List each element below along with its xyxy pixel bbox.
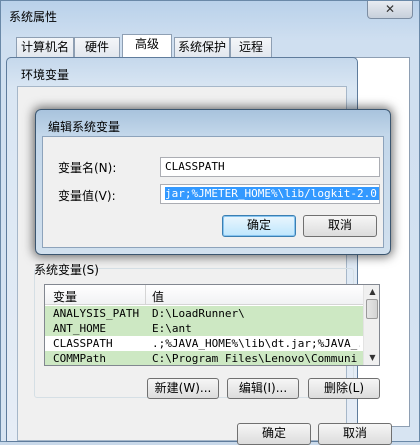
scroll-down-icon[interactable]: ▼ — [365, 351, 379, 365]
table-header: 变量 值 — [45, 285, 363, 305]
table-row[interactable]: COMMPath C:\Program Files\Lenovo\Communi — [45, 351, 363, 365]
variable-value-input-text: jar;%JMETER_HOME%\lib/logkit-2.0.jar — [165, 187, 379, 200]
system-variables-table[interactable]: 变量 值 ANALYSIS_PATH D:\LoadRunner\ ANT_HO… — [44, 284, 380, 366]
variable-name-label: 变量名(N): — [58, 161, 117, 175]
variable-name: CLASSPATH — [53, 337, 113, 350]
tab-remote[interactable]: 远程 — [230, 37, 272, 57]
tab-system-protection[interactable]: 系统保护 — [174, 37, 230, 57]
variable-value: E:\ant — [152, 322, 192, 335]
delete-variable-button[interactable]: 删除(L) — [308, 378, 380, 399]
new-variable-button[interactable]: 新建(W)... — [147, 378, 219, 399]
dialog-ok-button[interactable]: 确定 — [222, 215, 296, 237]
variable-name-input-text: CLASSPATH — [165, 160, 225, 173]
window-title: 环境变量 — [21, 68, 70, 82]
variable-name: ANALYSIS_PATH — [53, 307, 140, 320]
variable-value: C:\Program Files\Lenovo\Communi — [152, 352, 358, 365]
scrollbar-thumb[interactable] — [366, 299, 378, 319]
vertical-scrollbar[interactable]: ▲ ▼ — [363, 285, 379, 365]
variable-name: COMMPath — [53, 352, 106, 365]
variable-name: ANT_HOME — [53, 322, 106, 335]
table-row[interactable]: CLASSPATH .;%JAVA_HOME%\lib\dt.jar;%JAVA… — [45, 336, 363, 351]
tab-computer-name[interactable]: 计算机名 — [16, 37, 74, 57]
variable-value-label: 变量值(V): — [58, 189, 116, 203]
scroll-up-icon[interactable]: ▲ — [365, 285, 379, 299]
variable-value: .;%JAVA_HOME%\lib\dt.jar;%JAVA_... — [152, 337, 360, 350]
table-row[interactable]: ANT_HOME E:\ant — [45, 321, 363, 336]
dialog-cancel-button[interactable]: 取消 — [303, 215, 377, 237]
tab-advanced[interactable]: 高级 — [122, 34, 172, 58]
tab-hardware[interactable]: 硬件 — [74, 37, 120, 57]
column-header-value[interactable]: 值 — [152, 288, 164, 305]
column-divider[interactable] — [145, 285, 146, 305]
dialog-title: 编辑系统变量 — [48, 120, 121, 134]
system-variables-label: 系统变量(S) — [34, 263, 99, 277]
window-title: 系统属性 — [9, 10, 58, 24]
variable-value-field[interactable]: jar;%JMETER_HOME%\lib/logkit-2.0.jar — [160, 184, 380, 204]
close-icon: ✕ — [384, 2, 396, 16]
column-header-variable[interactable]: 变量 — [53, 288, 77, 305]
table-row[interactable]: ANALYSIS_PATH D:\LoadRunner\ — [45, 306, 363, 321]
variable-name-field[interactable]: CLASSPATH — [160, 157, 380, 177]
edit-variable-button[interactable]: 编辑(I)... — [227, 378, 299, 399]
variable-value: D:\LoadRunner\ — [152, 307, 245, 320]
close-button[interactable]: ✕ — [367, 1, 413, 19]
